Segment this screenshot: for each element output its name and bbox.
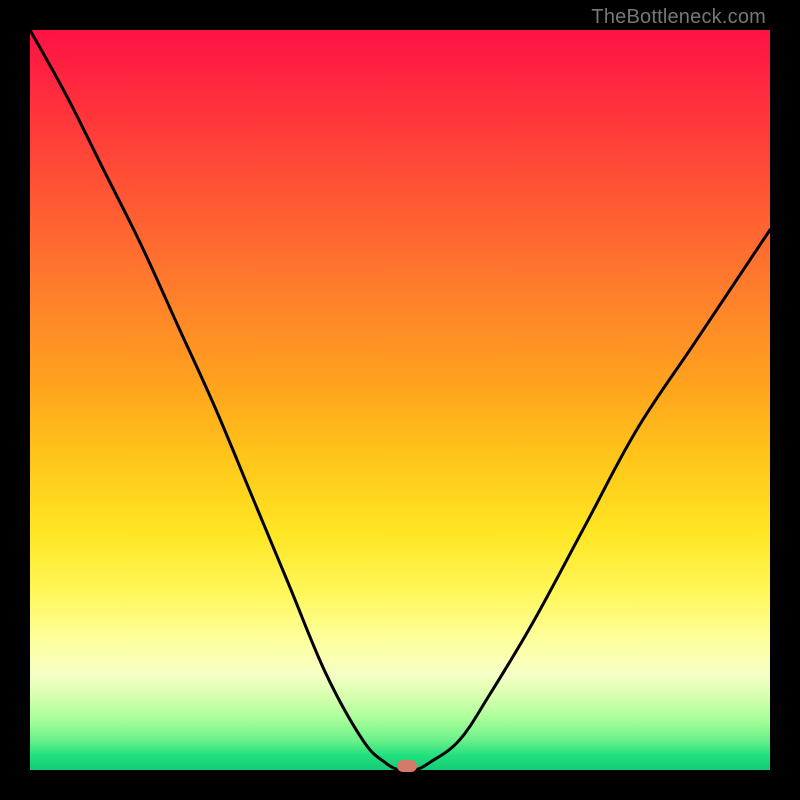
optimal-point-marker bbox=[397, 760, 417, 772]
attribution-text: TheBottleneck.com bbox=[591, 6, 766, 29]
chart-frame: TheBottleneck.com bbox=[0, 0, 800, 800]
bottleneck-curve bbox=[30, 30, 770, 770]
chart-plot-area bbox=[30, 30, 770, 770]
